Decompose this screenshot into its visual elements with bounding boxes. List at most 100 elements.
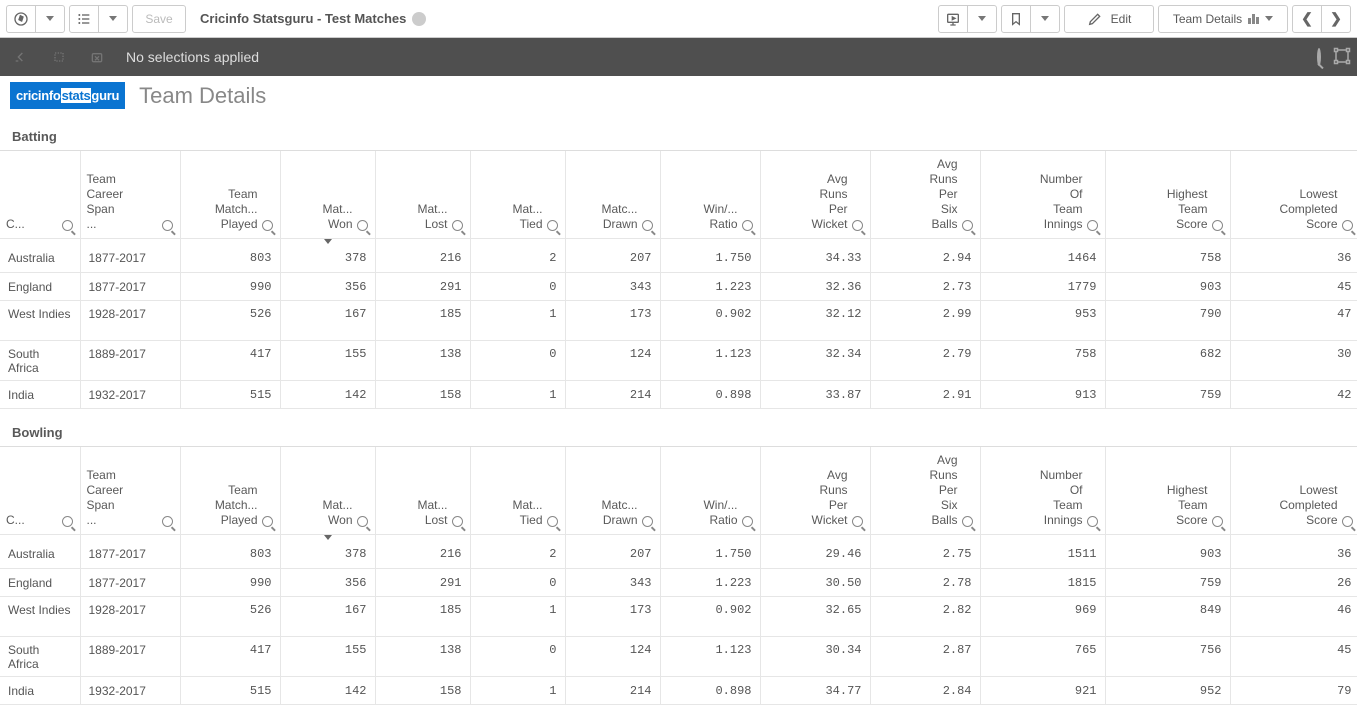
data-cell[interactable]: 356 <box>280 569 375 597</box>
data-cell[interactable]: 1932-2017 <box>80 381 180 409</box>
save-button[interactable]: Save <box>132 5 186 33</box>
country-cell[interactable]: Australia <box>0 541 80 569</box>
next-sheet-button[interactable]: ❯ <box>1321 5 1351 33</box>
column-header[interactable]: Matc...Drawn <box>565 447 660 535</box>
data-cell[interactable]: 36 <box>1230 541 1357 569</box>
selection-back-button[interactable] <box>6 42 36 72</box>
selection-tool-button[interactable] <box>1333 47 1351 68</box>
column-search-icon[interactable] <box>547 220 559 232</box>
column-search-icon[interactable] <box>262 220 274 232</box>
column-header[interactable]: Matc...Drawn <box>565 151 660 239</box>
sheet-selector[interactable]: Team Details <box>1158 5 1288 33</box>
data-cell[interactable]: 1889-2017 <box>80 637 180 677</box>
data-cell[interactable]: 0.898 <box>660 677 760 705</box>
data-cell[interactable]: 759 <box>1105 381 1230 409</box>
data-cell[interactable]: 1877-2017 <box>80 569 180 597</box>
data-cell[interactable]: 953 <box>980 301 1105 341</box>
data-cell[interactable]: 515 <box>180 381 280 409</box>
column-search-icon[interactable] <box>1212 516 1224 528</box>
table-row[interactable]: West Indies1928-201752616718511730.90232… <box>0 597 1357 637</box>
data-cell[interactable]: 32.34 <box>760 341 870 381</box>
nav-menu-button[interactable] <box>6 5 36 33</box>
data-cell[interactable]: 1877-2017 <box>80 245 180 273</box>
column-header[interactable]: Mat...Tied <box>470 151 565 239</box>
data-cell[interactable]: 142 <box>280 677 375 705</box>
data-cell[interactable]: 42 <box>1230 381 1357 409</box>
data-cell[interactable]: 1511 <box>980 541 1105 569</box>
data-cell[interactable]: 1 <box>470 381 565 409</box>
data-cell[interactable]: 1464 <box>980 245 1105 273</box>
column-search-icon[interactable] <box>742 516 754 528</box>
data-cell[interactable]: 1 <box>470 597 565 637</box>
table-row[interactable]: England1877-201799035629103431.22332.362… <box>0 273 1357 301</box>
data-cell[interactable]: 417 <box>180 637 280 677</box>
data-cell[interactable]: 30 <box>1230 341 1357 381</box>
clear-selections-button[interactable] <box>82 42 112 72</box>
data-cell[interactable]: 36 <box>1230 245 1357 273</box>
data-cell[interactable]: 34.33 <box>760 245 870 273</box>
data-cell[interactable]: 79 <box>1230 677 1357 705</box>
column-search-icon[interactable] <box>642 516 654 528</box>
column-header[interactable]: NumberOfTeamInnings <box>980 151 1105 239</box>
data-cell[interactable]: 2.79 <box>870 341 980 381</box>
data-cell[interactable]: 803 <box>180 541 280 569</box>
country-cell[interactable]: South Africa <box>0 341 80 381</box>
data-cell[interactable]: 138 <box>375 341 470 381</box>
column-header[interactable]: TeamCareerSpan... <box>80 447 180 535</box>
data-cell[interactable]: 758 <box>1105 245 1230 273</box>
story-button[interactable] <box>938 5 968 33</box>
data-cell[interactable]: 758 <box>980 341 1105 381</box>
data-cell[interactable]: 1877-2017 <box>80 541 180 569</box>
data-cell[interactable]: 214 <box>565 677 660 705</box>
column-search-icon[interactable] <box>452 220 464 232</box>
column-header[interactable]: C... <box>0 151 80 239</box>
data-cell[interactable]: 2.75 <box>870 541 980 569</box>
data-cell[interactable]: 1.123 <box>660 341 760 381</box>
column-search-icon[interactable] <box>452 516 464 528</box>
data-cell[interactable]: 1.750 <box>660 245 760 273</box>
data-cell[interactable]: 167 <box>280 597 375 637</box>
column-search-icon[interactable] <box>1342 516 1354 528</box>
data-cell[interactable]: 1779 <box>980 273 1105 301</box>
data-cell[interactable]: 207 <box>565 541 660 569</box>
data-cell[interactable]: 790 <box>1105 301 1230 341</box>
country-cell[interactable]: West Indies <box>0 597 80 637</box>
bookmark-button[interactable] <box>1001 5 1031 33</box>
column-search-icon[interactable] <box>742 220 754 232</box>
column-search-icon[interactable] <box>642 220 654 232</box>
column-header[interactable]: TeamMatch...Played <box>180 447 280 535</box>
column-header[interactable]: Mat...Lost <box>375 447 470 535</box>
column-header[interactable]: AvgRunsPerSixBalls <box>870 447 980 535</box>
column-header[interactable]: Mat...Won <box>280 447 375 535</box>
data-cell[interactable]: 45 <box>1230 637 1357 677</box>
column-header[interactable]: HighestTeamScore <box>1105 447 1230 535</box>
column-header[interactable]: LowestCompletedScore <box>1230 151 1357 239</box>
data-cell[interactable]: 32.36 <box>760 273 870 301</box>
data-cell[interactable]: 47 <box>1230 301 1357 341</box>
nav-menu-dropdown[interactable] <box>35 5 65 33</box>
column-header[interactable]: Mat...Won <box>280 151 375 239</box>
data-cell[interactable]: 2.91 <box>870 381 980 409</box>
data-cell[interactable]: 0 <box>470 341 565 381</box>
data-cell[interactable]: 990 <box>180 569 280 597</box>
data-cell[interactable]: 1 <box>470 301 565 341</box>
data-cell[interactable]: 2.87 <box>870 637 980 677</box>
column-header[interactable]: TeamMatch...Played <box>180 151 280 239</box>
data-cell[interactable]: 173 <box>565 597 660 637</box>
data-cell[interactable]: 1.750 <box>660 541 760 569</box>
data-cell[interactable]: 1.123 <box>660 637 760 677</box>
column-search-icon[interactable] <box>1087 516 1099 528</box>
data-cell[interactable]: 2.78 <box>870 569 980 597</box>
table-row[interactable]: India1932-201751514215812140.89833.872.9… <box>0 381 1357 409</box>
story-dropdown[interactable] <box>967 5 997 33</box>
data-cell[interactable]: 2.99 <box>870 301 980 341</box>
data-cell[interactable]: 158 <box>375 677 470 705</box>
data-cell[interactable]: 32.65 <box>760 597 870 637</box>
data-cell[interactable]: 1 <box>470 677 565 705</box>
global-search-button[interactable] <box>1317 50 1321 64</box>
data-cell[interactable]: 124 <box>565 637 660 677</box>
data-cell[interactable]: 1.223 <box>660 273 760 301</box>
data-cell[interactable]: 849 <box>1105 597 1230 637</box>
table-row[interactable]: Australia1877-201780337821622071.75034.3… <box>0 245 1357 273</box>
table-row[interactable]: South Africa1889-201741715513801241.1233… <box>0 341 1357 381</box>
